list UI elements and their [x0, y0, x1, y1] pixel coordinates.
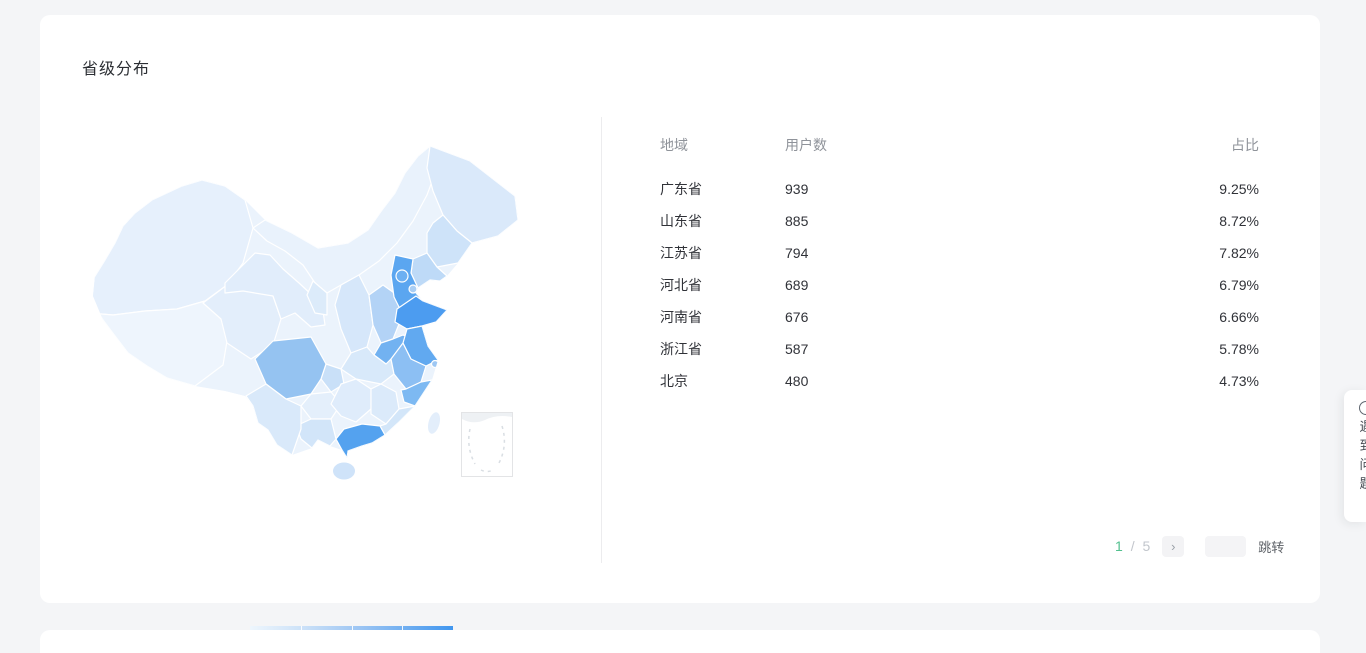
column-header-region: 地域	[660, 137, 688, 153]
cell-percent: 7.82%	[1219, 245, 1259, 261]
cell-region: 广东省	[660, 181, 702, 197]
feedback-label-char: 遇	[1359, 419, 1366, 434]
table-row: 江苏省 794 7.82%	[660, 245, 1259, 277]
cell-region: 江苏省	[660, 245, 702, 261]
province-hainan[interactable]	[333, 462, 355, 480]
cell-percent: 5.78%	[1219, 341, 1259, 357]
next-section-card	[40, 630, 1320, 653]
next-page-button[interactable]: ›	[1162, 535, 1185, 557]
cell-percent: 9.25%	[1219, 181, 1259, 197]
current-page: 1	[1115, 538, 1123, 554]
province-guangdong[interactable]	[335, 423, 386, 458]
china-map-svg	[93, 146, 518, 480]
table-body: 广东省 939 9.25% 山东省 885 8.72% 江苏省 794 7.82…	[660, 181, 1259, 405]
cell-percent: 8.72%	[1219, 213, 1259, 229]
south-china-sea-inset	[461, 412, 513, 477]
column-header-percent: 占比	[1231, 137, 1259, 153]
feedback-widget[interactable]: 遇 到 问 题	[1344, 390, 1366, 522]
table-row: 河南省 676 6.66%	[660, 309, 1259, 341]
cell-users: 676	[785, 309, 809, 325]
province-shanghai[interactable]	[430, 359, 440, 369]
card-title: 省级分布	[82, 61, 151, 78]
cell-users: 885	[785, 213, 809, 229]
table-row: 山东省 885 8.72%	[660, 213, 1259, 245]
vertical-divider	[601, 117, 602, 563]
province-taiwan[interactable]	[426, 411, 442, 435]
cell-region: 河北省	[660, 277, 702, 293]
table-row: 广东省 939 9.25%	[660, 181, 1259, 213]
pagination: 1 / 5 › 跳转	[1115, 535, 1284, 557]
column-header-users: 用户数	[785, 137, 827, 153]
cell-percent: 4.73%	[1219, 373, 1259, 389]
feedback-content: 遇 到 问 题	[1344, 390, 1366, 491]
page-jump-input[interactable]	[1205, 535, 1247, 557]
cell-users: 794	[785, 245, 809, 261]
page-jump-label: 跳转	[1258, 539, 1285, 555]
cell-users: 689	[785, 277, 809, 293]
table-row: 北京 480 4.73%	[660, 373, 1259, 405]
table-row: 河北省 689 6.79%	[660, 277, 1259, 309]
total-pages: 5	[1142, 538, 1151, 554]
cell-region: 北京	[660, 373, 688, 389]
page-separator: /	[1130, 538, 1135, 554]
province-tianjin[interactable]	[408, 284, 418, 294]
province-beijing[interactable]	[395, 269, 409, 283]
question-circle-icon	[1359, 401, 1366, 415]
feedback-label-char: 题	[1359, 476, 1366, 491]
feedback-label-char: 问	[1359, 457, 1366, 472]
table-row: 浙江省 587 5.78%	[660, 341, 1259, 373]
cell-percent: 6.79%	[1219, 277, 1259, 293]
china-map[interactable]: 0 250 500 750 1000	[85, 133, 535, 653]
cell-region: 河南省	[660, 309, 702, 325]
region-table: 地域 用户数 占比 广东省 939 9.25% 山东省 885 8.72% 江苏…	[660, 137, 1259, 389]
cell-region: 浙江省	[660, 341, 702, 357]
cell-region: 山东省	[660, 213, 702, 229]
cell-users: 587	[785, 341, 809, 357]
feedback-label-char: 到	[1359, 438, 1366, 453]
cell-users: 480	[785, 373, 809, 389]
page-indicator: 1 / 5	[1115, 535, 1150, 557]
cell-users: 939	[785, 181, 809, 197]
cell-percent: 6.66%	[1219, 309, 1259, 325]
province-distribution-card: 省级分布 地域 用户数 占比 广东省 939 9.25% 山东省 885 8.7…	[40, 15, 1320, 653]
table-header: 地域 用户数 占比	[660, 137, 1259, 153]
chevron-right-icon: ›	[1171, 538, 1176, 554]
